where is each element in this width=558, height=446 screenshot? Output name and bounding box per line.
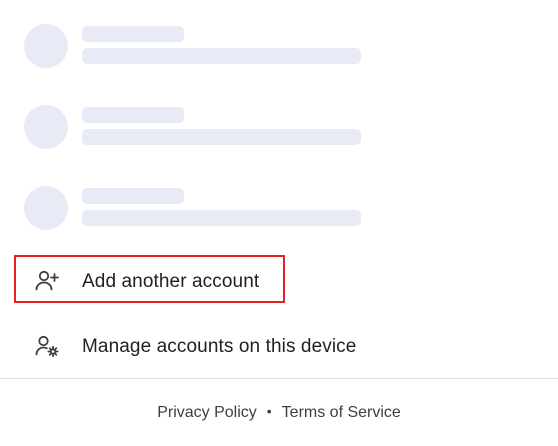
- privacy-policy-link[interactable]: Privacy Policy: [157, 404, 257, 421]
- terms-of-service-link[interactable]: Terms of Service: [282, 404, 401, 421]
- name-placeholder: [82, 26, 184, 42]
- email-placeholder: [82, 48, 361, 64]
- name-placeholder: [82, 188, 184, 204]
- email-placeholder: [82, 129, 361, 145]
- avatar-placeholder: [24, 186, 68, 230]
- footer-divider: [0, 378, 558, 379]
- name-placeholder: [82, 107, 184, 123]
- email-placeholder: [82, 210, 361, 226]
- manage-accounts-label: Manage accounts on this device: [82, 336, 357, 357]
- highlight-annotation: [14, 255, 285, 303]
- avatar-placeholder: [24, 105, 68, 149]
- footer: Privacy Policy • Terms of Service: [0, 403, 558, 422]
- account-skeleton-3: [0, 182, 558, 242]
- avatar-placeholder: [24, 24, 68, 68]
- manage-accounts-icon: [35, 335, 59, 358]
- manage-accounts-button[interactable]: Manage accounts on this device: [0, 317, 558, 373]
- account-skeleton-2: [0, 101, 558, 161]
- account-skeleton-1: [0, 20, 558, 80]
- footer-separator: •: [266, 403, 272, 419]
